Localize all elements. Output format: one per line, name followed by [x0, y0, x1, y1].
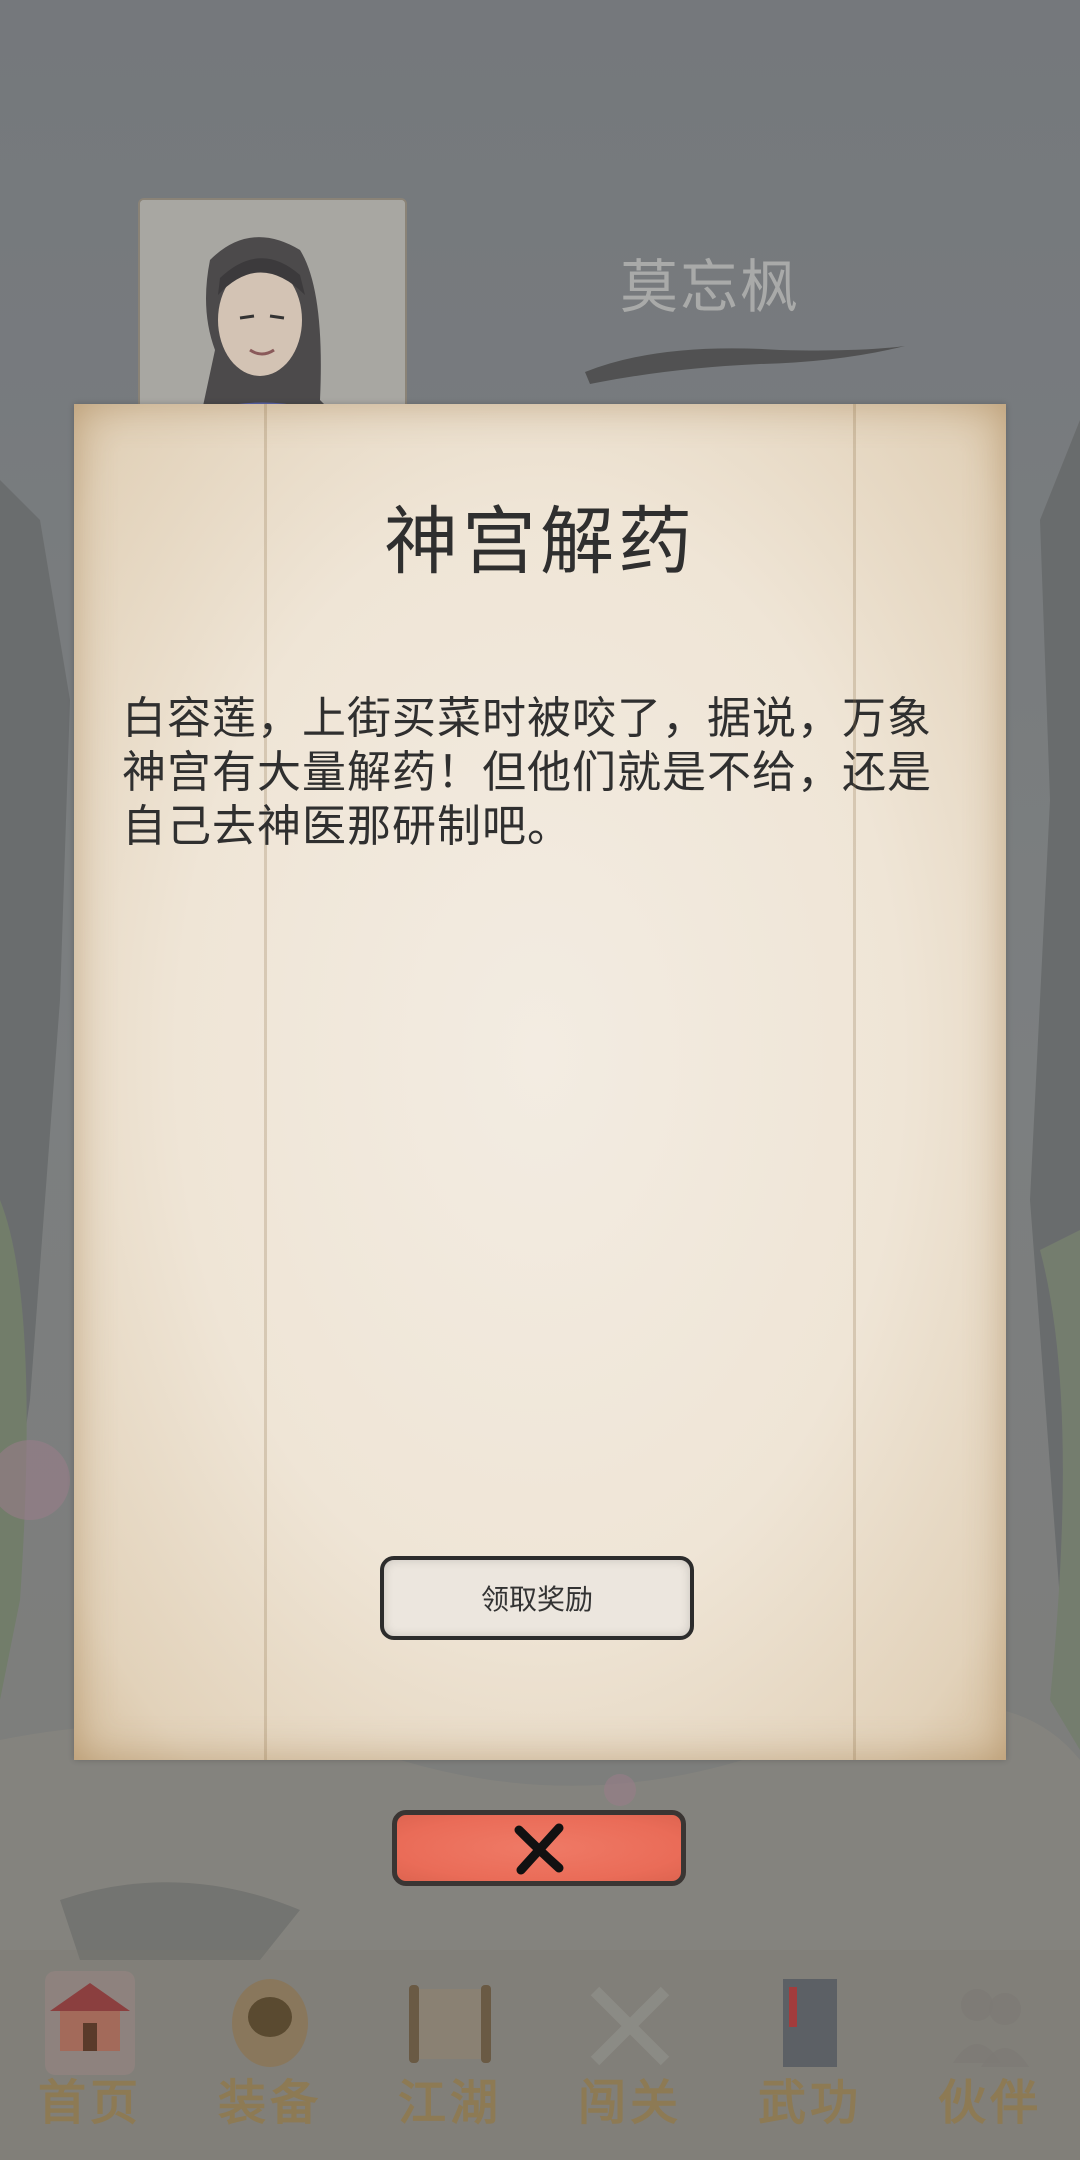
martial-book-icon: [783, 1979, 837, 2067]
claim-reward-label: 领取奖励: [480, 1583, 593, 1616]
close-button[interactable]: [392, 1810, 686, 1886]
tab-challenge-label: 闯关: [577, 2075, 682, 2131]
tab-jianghu[interactable]: 江湖: [375, 1955, 525, 2155]
tab-home[interactable]: 首页: [15, 1955, 165, 2155]
tab-challenge[interactable]: 闯关: [555, 1955, 705, 2155]
tab-equipment-label: 装备: [217, 2075, 322, 2131]
companions-icon: [953, 1989, 1029, 2067]
bottom-tab-bar: 首页 装备 江湖 闯关 武功 伙伴: [0, 1950, 1080, 2160]
tab-home-label: 首页: [37, 2075, 142, 2131]
hero-portrait: [138, 198, 407, 422]
tab-martial-arts[interactable]: 武功: [735, 1955, 885, 2155]
home-pavilion-icon: [45, 1971, 135, 2075]
tab-companions-label: 伙伴: [937, 2075, 1042, 2131]
hero-name: 莫忘枫: [619, 253, 800, 321]
dialog-title: 神宫解药: [384, 499, 696, 585]
tab-martial-arts-label: 武功: [757, 2075, 862, 2131]
dialog-description: 白容莲，上街买菜时被咬了，据说，万象神宫有大量解药！但他们就是不给，还是自己去神…: [122, 693, 932, 852]
tab-equipment[interactable]: 装备: [195, 1955, 345, 2155]
claim-reward-button[interactable]: 领取奖励: [380, 1556, 694, 1640]
crossed-swords-icon: [590, 1986, 670, 2066]
tab-companions[interactable]: 伙伴: [915, 1955, 1065, 2155]
quest-dialog: 神宫解药 白容莲，上街买菜时被咬了，据说，万象神宫有大量解药！但他们就是不给，还…: [74, 404, 1006, 1760]
scroll-map-icon: [409, 1985, 491, 2063]
close-x-icon: [514, 1823, 564, 1875]
armor-icon: [232, 1979, 308, 2067]
ink-brush-stroke: [585, 346, 905, 384]
tab-jianghu-label: 江湖: [397, 2075, 502, 2131]
